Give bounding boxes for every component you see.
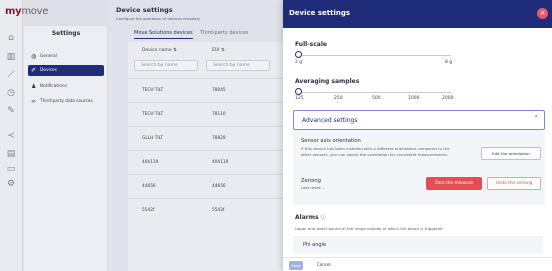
- sidebar-item-label: Notifications: [40, 84, 67, 89]
- advanced-settings-panel: Sensor axis orientation If this device h…: [293, 130, 545, 205]
- settings-title: Settings: [51, 30, 81, 37]
- averaging-track: [298, 92, 451, 93]
- cell-eui: 40h119: [212, 160, 229, 165]
- alarms-subtitle: Upper and lower bound of the range outsi…: [295, 226, 443, 231]
- logo-accent: my: [5, 6, 22, 17]
- column-header-eui[interactable]: EUI ⇅: [212, 48, 225, 53]
- averaging-tick: 500: [372, 96, 381, 101]
- dialog-title: Device settings: [289, 9, 351, 17]
- full-scale-max: 8 g: [445, 60, 453, 65]
- page-subtitle: Configure the operation of devices remot…: [116, 16, 200, 21]
- averaging-slider-handle[interactable]: [295, 88, 302, 95]
- sidebar-item-label: Third-party data sources: [40, 99, 93, 104]
- full-scale-slider-handle[interactable]: [295, 51, 302, 58]
- table-row[interactable]: 40h119 40h119: [128, 150, 283, 174]
- devices-table: Device name ⇅ EUI ⇅ Search by name Searc…: [128, 42, 283, 271]
- share-icon[interactable]: ≺: [5, 130, 17, 142]
- table-row[interactable]: TECH TILT 78045: [128, 78, 283, 102]
- search-eui-input[interactable]: Search by name: [206, 60, 270, 71]
- full-scale-track: [298, 55, 451, 56]
- sidebar-item-label: General: [40, 54, 57, 59]
- orientation-title: Sensor axis orientation: [301, 138, 361, 144]
- logo-rest: move: [21, 6, 49, 17]
- averaging-tick: 2000: [442, 96, 454, 101]
- full-scale-label: Full-scale: [295, 41, 327, 48]
- page-title: Device settings: [116, 6, 173, 14]
- bell-icon: ♟: [31, 83, 37, 90]
- averaging-tick: 250: [334, 96, 343, 101]
- chart-icon[interactable]: ▥: [5, 51, 17, 63]
- document-icon[interactable]: ▤: [5, 148, 17, 160]
- table-row[interactable]: TECH TILT 78110: [128, 102, 283, 126]
- info-icon[interactable]: ⓘ: [321, 215, 326, 221]
- sidebar-item-notifications[interactable]: ♟ Notifications: [28, 81, 104, 92]
- cell-name: GLLH TILT: [142, 136, 164, 141]
- table-row[interactable]: 5542f 5542f: [128, 198, 283, 222]
- settings-panel: Settings ◍ General ✐ Devices ♟ Notification…: [24, 26, 108, 271]
- orientation-description: If this device has been installed with a…: [301, 146, 450, 157]
- tab-move-solutions[interactable]: Move Solutions devices: [134, 30, 193, 39]
- zero-measure-button[interactable]: Zero the measure: [426, 177, 482, 190]
- cell-eui: 5542f: [212, 208, 225, 213]
- trend-icon[interactable]: ⟋: [5, 69, 17, 81]
- close-icon[interactable]: ×: [537, 8, 548, 19]
- table-row[interactable]: GLLH TILT 78829: [128, 126, 283, 150]
- table-row[interactable]: 44656 44656: [128, 174, 283, 198]
- advanced-settings-label: Advanced settings: [302, 117, 358, 124]
- dialog-header: Device settings ×: [283, 0, 552, 28]
- gear-icon[interactable]: ⚙: [5, 178, 17, 190]
- app-window: mymove ⌂ ▥ ⟋ ◷ ✎ ≺ ▤ ▭ ⚙ Settings ◍ Gener…: [0, 0, 552, 271]
- sidebar-item-third-party[interactable]: ∞ Third-party data sources: [28, 96, 104, 107]
- cancel-button[interactable]: Cancel: [317, 262, 331, 267]
- chevron-up-icon: ˄: [534, 115, 539, 123]
- icon-sidebar: mymove ⌂ ▥ ⟋ ◷ ✎ ≺ ▤ ▭ ⚙: [0, 0, 48, 271]
- save-button[interactable]: Save: [289, 261, 303, 270]
- device-settings-page: Device settings Configure the operation …: [108, 0, 283, 271]
- cell-name: 44656: [142, 184, 156, 189]
- globe-icon: ◍: [31, 53, 37, 60]
- sidebar-item-general[interactable]: ◍ General: [28, 51, 104, 62]
- cell-eui: 78829: [212, 136, 226, 141]
- tab-third-party[interactable]: Third-party devices: [200, 30, 248, 36]
- link-icon: ∞: [31, 98, 36, 105]
- undo-zeroing-button[interactable]: Undo the zeroing: [487, 177, 541, 190]
- averaging-tick: 125: [295, 96, 304, 101]
- sidebar-item-label: Devices: [40, 68, 57, 73]
- wrench-icon: ✐: [31, 67, 37, 74]
- search-name-input[interactable]: Search by name: [134, 60, 198, 71]
- sidebar-item-devices[interactable]: ✐ Devices: [28, 65, 104, 76]
- cell-name: 40h119: [142, 160, 159, 165]
- phi-angle-item[interactable]: Phi angle: [293, 236, 543, 254]
- averaging-label: Averaging samples: [295, 78, 360, 85]
- zeroing-title: Zeroing: [301, 178, 321, 184]
- cell-name: TECH TILT: [142, 88, 164, 93]
- dialog-footer: Save Cancel: [283, 257, 552, 271]
- cell-name: 5542f: [142, 208, 155, 213]
- cell-eui: 78110: [212, 112, 226, 117]
- alarms-title-text: Alarms: [295, 214, 319, 221]
- cell-eui: 44656: [212, 184, 226, 189]
- app-logo: mymove: [5, 6, 48, 17]
- cell-name: TECH TILT: [142, 112, 164, 117]
- advanced-settings-toggle[interactable]: Advanced settings ˄: [293, 110, 545, 130]
- device-settings-dialog: Device settings × Full-scale 2 g 8 g Ave…: [283, 0, 552, 271]
- column-header-name[interactable]: Device name ⇅: [142, 48, 177, 53]
- cell-eui: 78045: [212, 88, 226, 93]
- averaging-tick: 1000: [408, 96, 420, 101]
- edit-orientation-button[interactable]: Edit the orientation: [481, 147, 541, 160]
- tool-icon[interactable]: ✎: [5, 105, 17, 117]
- folder-icon[interactable]: ▭: [5, 163, 17, 175]
- full-scale-min: 2 g: [295, 60, 303, 65]
- clock-icon[interactable]: ◷: [5, 87, 17, 99]
- alarms-title: Alarms ⓘ: [295, 214, 326, 221]
- home-icon[interactable]: ⌂: [5, 32, 17, 44]
